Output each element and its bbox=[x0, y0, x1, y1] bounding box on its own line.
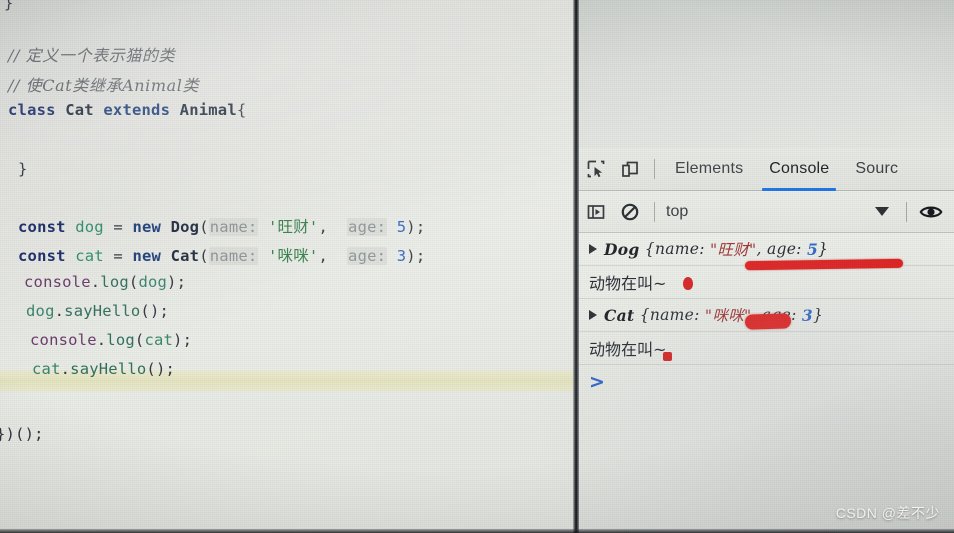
code-line-const-dog: const dog = new Dog(name: '旺财', age: 5); bbox=[18, 218, 426, 236]
filterbar-separator-2 bbox=[906, 201, 907, 222]
devtools-page-viewport bbox=[579, 0, 954, 148]
console-sidebar-icon[interactable] bbox=[579, 197, 613, 227]
console-dog-val1: "旺财" bbox=[710, 241, 757, 259]
console-row-dog-log[interactable]: 动物在叫~ bbox=[579, 266, 954, 299]
photo-bottom-edge bbox=[0, 529, 954, 533]
code-editor-pane[interactable]: } // 定义一个表示猫的类 // 使Cat类继承Animal类 class C… bbox=[0, 0, 579, 533]
console-prompt[interactable]: > bbox=[579, 365, 954, 399]
execution-context-selector[interactable]: top bbox=[666, 203, 688, 221]
execution-context-label: top bbox=[666, 202, 689, 220]
clear-console-icon[interactable] bbox=[613, 197, 647, 227]
chevron-right-icon-2[interactable] bbox=[589, 310, 597, 320]
console-cat-open: { bbox=[639, 306, 650, 324]
code-line-comment-2: // 使Cat类继承Animal类 bbox=[8, 76, 200, 95]
code-line-brace-top: } bbox=[4, 0, 14, 12]
tab-sources[interactable]: Sourc bbox=[842, 148, 911, 191]
console-dog-key2: age: bbox=[766, 240, 802, 258]
inspect-element-icon[interactable] bbox=[579, 154, 613, 184]
chevron-right-icon[interactable] bbox=[589, 244, 597, 254]
console-dog-open: { bbox=[644, 240, 655, 258]
code-line-log-dog: console.log(dog); bbox=[24, 273, 187, 291]
param-hint-age-2: age: bbox=[347, 247, 388, 265]
devtools-panel[interactable]: Elements Console Sourc top Dog {name: "… bbox=[579, 0, 954, 533]
console-dog-close: } bbox=[818, 240, 829, 258]
console-output[interactable]: Dog { name: "旺财" , age: 5 } 动物在叫~ Cat {… bbox=[579, 233, 954, 533]
screenshot-root: } // 定义一个表示猫的类 // 使Cat类继承Animal类 class C… bbox=[0, 0, 954, 533]
console-dog-log-text: 动物在叫~ bbox=[589, 274, 667, 293]
code-line-dog-sayhello: dog.sayHello(); bbox=[26, 302, 170, 320]
tab-console-label: Console bbox=[769, 160, 830, 177]
console-cat-key1: name: bbox=[649, 306, 700, 324]
tab-console[interactable]: Console bbox=[756, 148, 842, 191]
chevron-down-icon[interactable] bbox=[875, 207, 889, 216]
code-line-iife-close: })(); bbox=[0, 425, 44, 443]
code-line-log-cat: console.log(cat); bbox=[30, 331, 193, 349]
code-editor-content[interactable]: } // 定义一个表示猫的类 // 使Cat类继承Animal类 class C… bbox=[0, 0, 579, 533]
code-line-cat-sayhello: cat.sayHello(); bbox=[32, 360, 176, 378]
console-cat-log-text: 动物在叫~ bbox=[589, 340, 667, 359]
code-line-comment-1: // 定义一个表示猫的类 bbox=[8, 46, 176, 65]
pane-divider[interactable] bbox=[573, 0, 579, 533]
console-row-cat-object[interactable]: Cat { name: "咪咪" , age: 3 } bbox=[579, 299, 954, 332]
console-cat-val2: 3 bbox=[801, 305, 813, 325]
console-filter-bar[interactable]: top bbox=[579, 191, 954, 233]
code-line-const-cat: const cat = new Cat(name: '咪咪', age: 3); bbox=[18, 247, 426, 265]
tab-elements-label: Elements bbox=[675, 160, 744, 177]
console-dog-ctor: Dog bbox=[604, 239, 640, 259]
console-prompt-caret: > bbox=[589, 371, 605, 393]
toolbar-separator bbox=[654, 159, 655, 179]
tab-elements[interactable]: Elements bbox=[662, 148, 756, 191]
device-toolbar-icon[interactable] bbox=[613, 154, 647, 184]
code-line-class-decl: class Cat extends Animal{ bbox=[8, 101, 247, 119]
console-row-dog-object[interactable]: Dog { name: "旺财" , age: 5 } bbox=[579, 233, 954, 266]
devtools-tabstrip[interactable]: Elements Console Sourc bbox=[579, 148, 954, 191]
console-cat-ctor: Cat bbox=[604, 305, 635, 325]
live-expression-eye-icon[interactable] bbox=[914, 197, 948, 227]
filterbar-separator bbox=[654, 201, 655, 222]
param-hint-age: age: bbox=[347, 218, 388, 236]
console-dog-val2: 5 bbox=[806, 239, 819, 259]
tab-sources-label: Sourc bbox=[855, 160, 899, 177]
console-cat-val1: "咪咪" bbox=[704, 307, 752, 325]
code-line-class-close: } bbox=[18, 160, 28, 178]
console-cat-close: } bbox=[812, 306, 824, 324]
csdn-watermark: CSDN @差不少 bbox=[835, 505, 940, 521]
console-dog-key1: name: bbox=[654, 240, 705, 258]
param-hint-name-2: name: bbox=[208, 247, 259, 265]
console-cat-key2: age: bbox=[761, 306, 797, 324]
console-row-cat-log[interactable]: 动物在叫~ bbox=[579, 332, 954, 365]
param-hint-name: name: bbox=[208, 218, 259, 236]
